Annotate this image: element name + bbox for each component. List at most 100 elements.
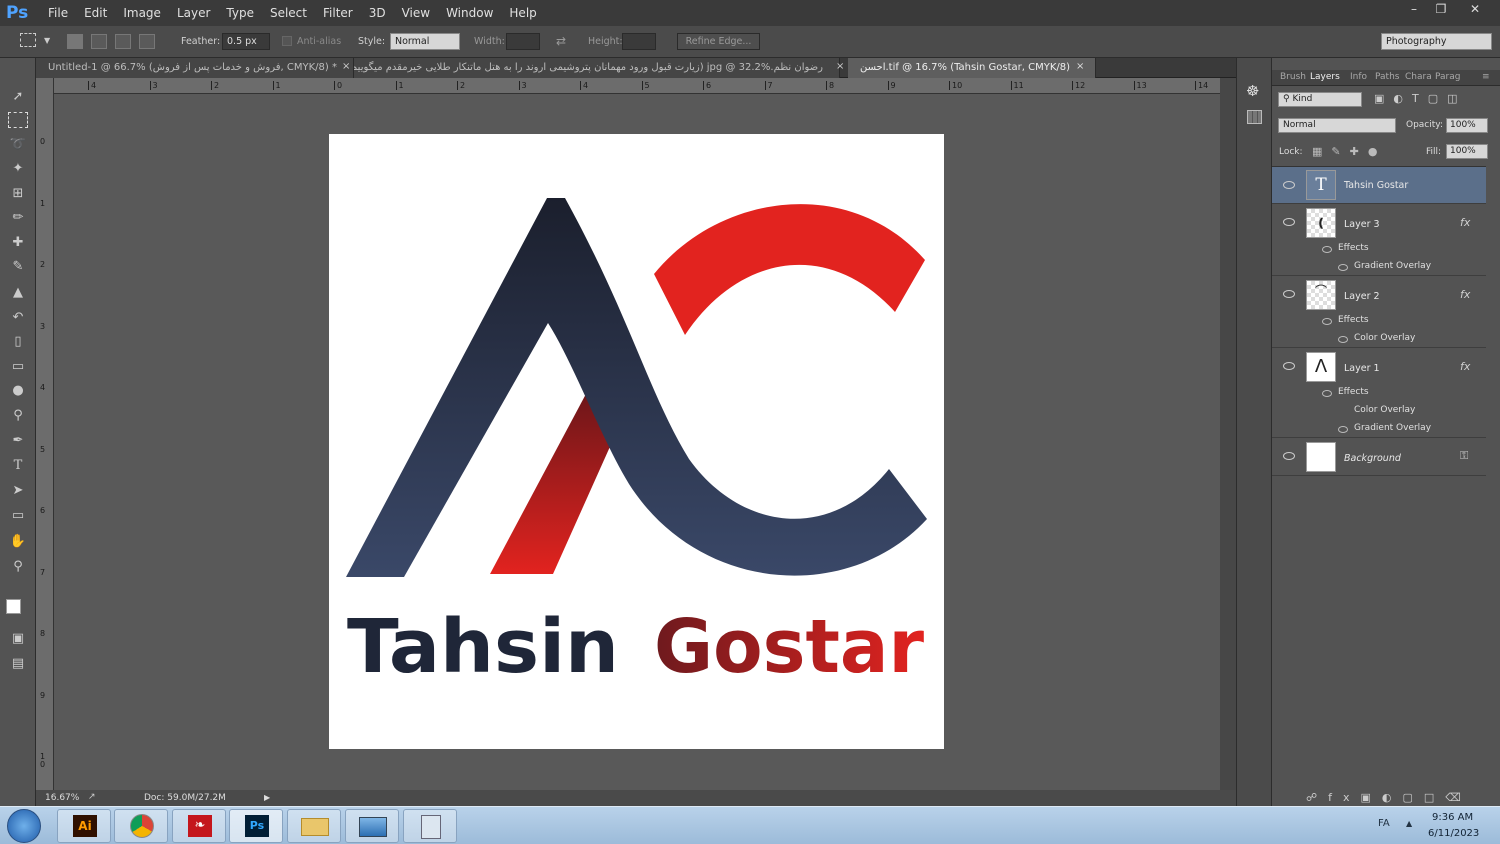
effect-eye-icon[interactable] (1338, 264, 1348, 271)
minimize-icon[interactable]: – (1401, 0, 1427, 18)
fx-icon[interactable]: fx (1460, 216, 1470, 229)
type-tool-icon[interactable]: T (8, 457, 28, 475)
restore-icon[interactable]: ❐ (1428, 0, 1454, 18)
effect-color-overlay[interactable]: Color Overlay (1354, 405, 1415, 415)
antialias-checkbox[interactable] (282, 36, 292, 46)
layer-name[interactable]: Background (1344, 453, 1401, 464)
tab-paragraph[interactable]: Parag (1435, 72, 1460, 82)
lasso-tool-icon[interactable]: ➰ (8, 136, 28, 154)
close-tab-icon[interactable]: × (342, 61, 350, 72)
clock-date[interactable]: 6/11/2023 (1428, 828, 1479, 839)
menu-3d[interactable]: 3D (361, 6, 394, 20)
chevron-down-icon[interactable]: ▼ (44, 36, 50, 45)
visibility-eye-icon[interactable] (1283, 181, 1295, 189)
filter-kind-select[interactable]: ⚲ Kind (1278, 92, 1362, 107)
layer-row-background[interactable]: Background ⚿ (1272, 438, 1486, 476)
width-input[interactable] (506, 33, 540, 50)
add-selection-icon[interactable] (91, 34, 107, 49)
intersect-selection-icon[interactable] (139, 34, 155, 49)
workspace-select[interactable]: Photography (1381, 33, 1492, 50)
effect-gradient-overlay[interactable]: Gradient Overlay (1354, 423, 1431, 433)
vertical-scrollbar[interactable] (1220, 78, 1236, 790)
lock-icons[interactable]: ▦✎✚● (1312, 145, 1386, 158)
clock-time[interactable]: 9:36 AM (1432, 812, 1473, 823)
menu-file[interactable]: File (40, 6, 76, 20)
visibility-eye-icon[interactable] (1283, 218, 1295, 226)
refine-edge-button[interactable]: Refine Edge... (677, 33, 760, 50)
menu-layer[interactable]: Layer (169, 6, 218, 20)
shape-tool-icon[interactable]: ▭ (8, 507, 28, 525)
menu-edit[interactable]: Edit (76, 6, 115, 20)
height-input[interactable] (622, 33, 656, 50)
taskbar-photoshop[interactable]: Ps (229, 809, 283, 843)
visibility-eye-icon[interactable] (1283, 452, 1295, 460)
layer-row-text[interactable]: T Tahsin Gostar (1272, 167, 1486, 204)
hand-tool-icon[interactable]: ✋ (8, 533, 28, 551)
effects-eye-icon[interactable] (1322, 246, 1332, 253)
close-tab-icon[interactable]: × (836, 61, 844, 72)
layer-row-1[interactable]: Λ Layer 1 fx Effects Color Overlay Gradi… (1272, 348, 1486, 438)
taskbar-illustrator[interactable]: Ai (57, 809, 111, 843)
move-tool-icon[interactable]: ➚ (8, 88, 28, 106)
zoom-tool-icon[interactable]: ⚲ (8, 558, 28, 576)
taskbar-photos[interactable] (345, 809, 399, 843)
path-select-icon[interactable]: ➤ (8, 482, 28, 500)
subtract-selection-icon[interactable] (115, 34, 131, 49)
opacity-input[interactable]: 100% (1446, 118, 1488, 133)
blend-mode-select[interactable]: Normal (1278, 118, 1396, 133)
export-icon[interactable]: ↗ (88, 792, 96, 802)
tray-expand-icon[interactable]: ▲ (1406, 819, 1412, 828)
effect-gradient-overlay[interactable]: Gradient Overlay (1354, 261, 1431, 271)
close-icon[interactable]: ✕ (1462, 0, 1488, 18)
tab-paths[interactable]: Paths (1375, 72, 1399, 82)
fx-icon[interactable]: fx (1460, 288, 1470, 301)
effects-eye-icon[interactable] (1322, 390, 1332, 397)
menu-image[interactable]: Image (115, 6, 169, 20)
tab-rezvan[interactable]: رضوان نظم.jpg @ 32.2% (زیارت قبول ورود م… (354, 58, 840, 78)
menu-window[interactable]: Window (438, 6, 501, 20)
status-menu-icon[interactable]: ▶ (264, 793, 270, 802)
layer-name[interactable]: Layer 1 (1344, 363, 1380, 374)
grid-panel-icon[interactable] (1247, 110, 1262, 124)
visibility-eye-icon[interactable] (1283, 362, 1295, 370)
visibility-eye-icon[interactable] (1283, 290, 1295, 298)
tab-untitled[interactable]: Untitled-1 @ 66.7% (فروش و خدمات پس از ف… (36, 58, 354, 78)
menu-filter[interactable]: Filter (315, 6, 361, 20)
close-tab-icon[interactable]: × (1076, 61, 1084, 72)
layer-name[interactable]: Tahsin Gostar (1344, 180, 1408, 191)
effects-eye-icon[interactable] (1322, 318, 1332, 325)
tab-info[interactable]: Info (1350, 72, 1367, 82)
marquee-tool-icon[interactable] (8, 112, 28, 128)
taskbar-acrobat[interactable]: ❧ (172, 809, 226, 843)
layer-row-2[interactable]: ⌒ Layer 2 fx Effects Color Overlay (1272, 276, 1486, 348)
start-button[interactable] (7, 809, 41, 843)
magic-wand-icon[interactable]: ✦ (8, 160, 28, 178)
zoom-readout[interactable]: 16.67% (45, 793, 79, 803)
document-canvas[interactable]: Tahsin Gostar (329, 134, 944, 749)
effect-eye-icon[interactable] (1338, 336, 1348, 343)
canvas-area[interactable]: Tahsin Gostar (54, 94, 1220, 790)
effect-color-overlay[interactable]: Color Overlay (1354, 333, 1415, 343)
eyedropper-icon[interactable]: ✏ (8, 209, 28, 227)
menu-help[interactable]: Help (501, 6, 544, 20)
menu-select[interactable]: Select (262, 6, 315, 20)
taskbar-chrome[interactable] (114, 809, 168, 843)
quick-mask-icon[interactable]: ▣ (8, 630, 28, 648)
marquee-preset-icon[interactable] (20, 33, 36, 47)
layer-name[interactable]: Layer 3 (1344, 219, 1380, 230)
dodge-tool-icon[interactable]: ⚲ (8, 407, 28, 425)
language-indicator[interactable]: FA (1378, 818, 1390, 829)
fill-input[interactable]: 100% (1446, 144, 1488, 159)
tab-ahsan[interactable]: احسن.tif @ 16.7% (Tahsin Gostar, CMYK/8) (848, 58, 1096, 78)
tab-character[interactable]: Chara (1405, 72, 1432, 82)
blur-tool-icon[interactable]: ● (8, 382, 28, 400)
swap-icon[interactable]: ⇄ (556, 34, 566, 48)
tab-brush[interactable]: Brush (1280, 72, 1306, 82)
menu-type[interactable]: Type (218, 6, 262, 20)
taskbar-calculator[interactable] (403, 809, 457, 843)
stamp-tool-icon[interactable]: ▲ (8, 284, 28, 302)
layer-actions-icons[interactable]: ☍fx▣◐▢□⌫ (1306, 791, 1472, 804)
fx-icon[interactable]: fx (1460, 360, 1470, 373)
crop-tool-icon[interactable]: ⊞ (8, 185, 28, 203)
healing-brush-icon[interactable]: ✚ (8, 234, 28, 252)
